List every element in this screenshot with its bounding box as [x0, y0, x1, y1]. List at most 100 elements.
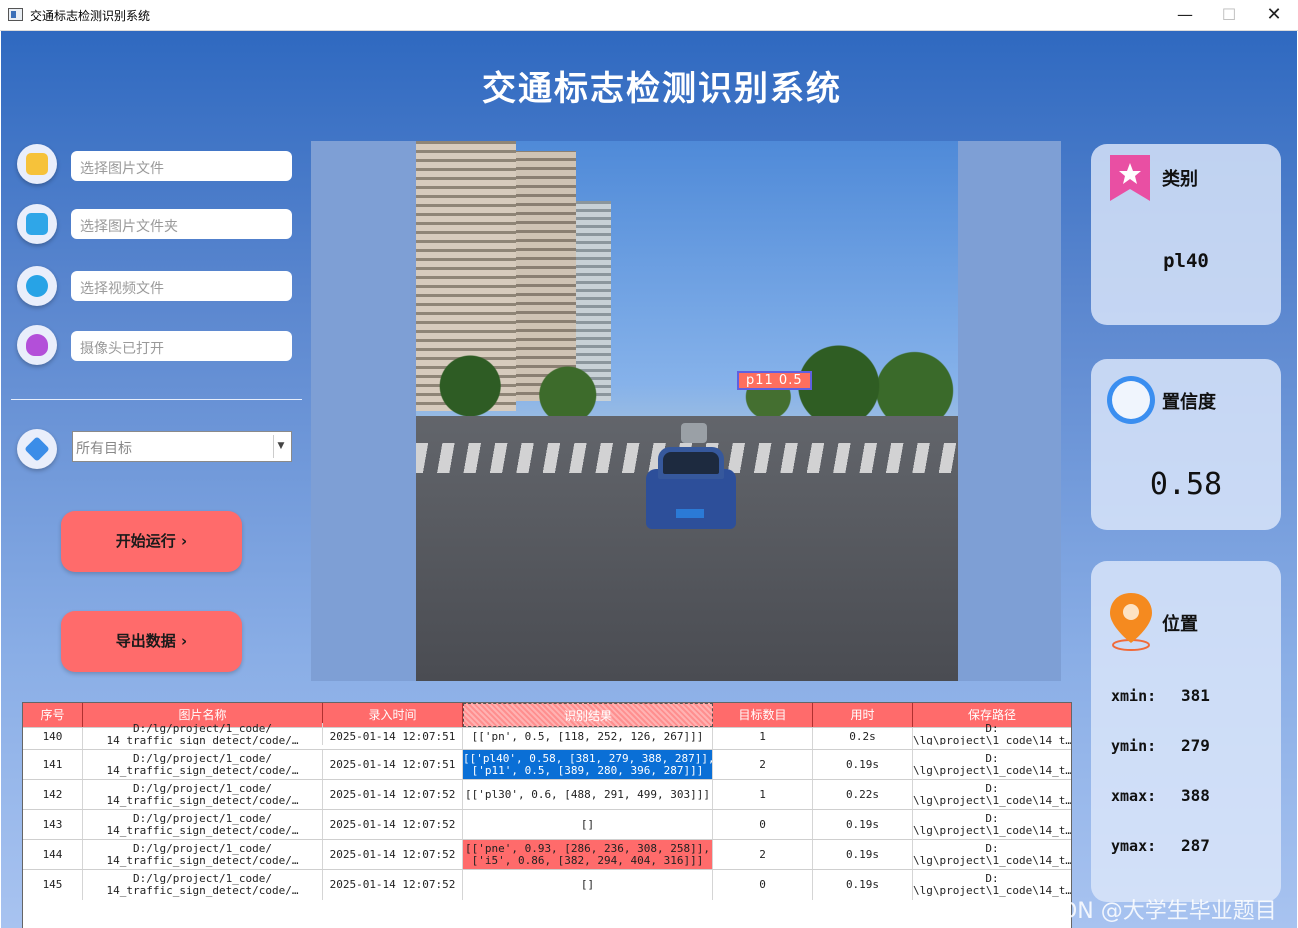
camera-icon[interactable] [17, 325, 57, 365]
column-header-result[interactable]: 识别结果 [463, 703, 713, 727]
results-table[interactable]: 序号 图片名称 录入时间 识别结果 目标数目 用时 保存路径 140 D:/lg… [22, 702, 1072, 928]
app-title: 交通标志检测识别系统 [482, 69, 842, 109]
ymin-label: ymin: [1111, 737, 1157, 755]
cell-name: D:/lg/project/1_code/14_traffic_sign_det… [83, 723, 323, 745]
cell-path: D: \lg\project\1_code\14_t… [913, 812, 1071, 837]
cell-path: D: \lg\project\1_code\14_t… [913, 842, 1071, 867]
start-button[interactable]: 开始运行 › [61, 511, 242, 572]
xmax-label: xmax: [1111, 787, 1157, 805]
car [646, 444, 736, 534]
cell-result: [] [463, 810, 713, 840]
left-divider [11, 399, 302, 400]
cell-cost: 0.19s [813, 870, 913, 900]
cell-cost: 0.19s [813, 810, 913, 840]
cell-id: 142 [23, 780, 83, 810]
ymax-value: 287 [1181, 836, 1210, 855]
target-filter-icon [17, 429, 57, 469]
cell-path: D: \lg\project\1_code\14_t… [913, 752, 1071, 777]
bookmark-star-icon [1110, 155, 1150, 201]
cell-cost: 0.19s [813, 840, 913, 870]
category-value: pl40 [1163, 250, 1209, 272]
cell-path: D: \lg\project\1_code\14_t… [913, 723, 1071, 745]
confidence-card: 置信度 0.58 [1091, 359, 1281, 530]
image-folder-icon[interactable] [17, 204, 57, 244]
table-row[interactable]: 142 D:/lg/project/1_code/14_traffic_sign… [23, 779, 1071, 810]
table-row[interactable]: 141 D:/lg/project/1_code/14_traffic_sign… [23, 749, 1071, 780]
xmax-value: 388 [1181, 786, 1210, 805]
close-button[interactable]: ✕ [1251, 0, 1297, 30]
image-file-icon[interactable] [17, 144, 57, 184]
cell-count: 1 [713, 780, 813, 810]
column-header-id[interactable]: 序号 [23, 703, 83, 727]
cell-name: D:/lg/project/1_code/14_traffic_sign_det… [83, 750, 323, 780]
position-title: 位置 [1162, 614, 1198, 635]
camera-field[interactable]: 摄像头已打开 [71, 331, 292, 361]
xmin-label: xmin: [1111, 687, 1157, 705]
table-row[interactable]: 140 D:/lg/project/1_code/14_traffic_sign… [23, 723, 1071, 750]
cell-name: D:/lg/project/1_code/14_traffic_sign_det… [83, 780, 323, 810]
location-pin-icon [1110, 593, 1152, 651]
cell-count: 1 [713, 728, 813, 750]
distant-car [681, 423, 707, 443]
xmax-row: xmax: 388 [1111, 786, 1210, 805]
cell-time: 2025-01-14 12:07:52 [323, 840, 463, 870]
video-file-icon[interactable] [17, 266, 57, 306]
app-window-icon [8, 8, 23, 21]
cell-time: 2025-01-14 12:07:51 [323, 728, 463, 750]
cell-id: 141 [23, 750, 83, 780]
maximize-button[interactable]: ☐ [1206, 0, 1252, 30]
export-button[interactable]: 导出数据 › [61, 611, 242, 672]
chevron-down-icon[interactable]: ▼ [273, 435, 288, 458]
cell-count: 2 [713, 750, 813, 780]
cell-result: [['pn', 0.5, [118, 252, 126, 267]]] [463, 728, 713, 750]
table-row[interactable]: 143 D:/lg/project/1_code/14_traffic_sign… [23, 809, 1071, 840]
cell-name: D:/lg/project/1_code/14_traffic_sign_det… [83, 810, 323, 840]
window-titlebar: 交通标志检测识别系统 — ☐ ✕ [0, 0, 1298, 31]
ymin-row: ymin: 279 [1111, 736, 1210, 755]
column-header-cost[interactable]: 用时 [813, 703, 913, 727]
table-row[interactable]: 144 D:/lg/project/1_code/14_traffic_sign… [23, 839, 1071, 870]
detection-image: p11 0.5 [416, 141, 958, 681]
column-header-time[interactable]: 录入时间 [323, 703, 463, 727]
cell-id: 144 [23, 840, 83, 870]
cell-cost: 0.2s [813, 728, 913, 750]
image-display: p11 0.5 [311, 141, 1061, 681]
xmin-value: 381 [1181, 686, 1210, 705]
cell-time: 2025-01-14 12:07:51 [323, 750, 463, 780]
category-card: 类别 pl40 [1091, 144, 1281, 325]
confidence-ring-icon [1107, 376, 1155, 424]
ymin-value: 279 [1181, 736, 1210, 755]
cell-result: [] [463, 870, 713, 900]
position-card: 位置 xmin: 381 ymin: 279 xmax: 388 ymax: 2… [1091, 561, 1281, 902]
watermark: CSDN @大学生毕业题目 [1031, 899, 1277, 924]
cell-path: D: \lg\project\1_code\14_t… [913, 782, 1071, 807]
minimize-button[interactable]: — [1162, 0, 1208, 30]
cell-result-selected[interactable]: [['pl40', 0.58, [381, 279, 388, 287]], ['… [463, 750, 713, 780]
category-title: 类别 [1162, 169, 1198, 190]
ymax-label: ymax: [1111, 837, 1157, 855]
cell-result: [['pl30', 0.6, [488, 291, 499, 303]]] [463, 780, 713, 810]
cell-id: 140 [23, 728, 83, 750]
cell-cost: 0.22s [813, 780, 913, 810]
xmin-row: xmin: 381 [1111, 686, 1210, 705]
confidence-title: 置信度 [1162, 392, 1216, 413]
cell-id: 143 [23, 810, 83, 840]
detection-label: p11 0.5 [746, 373, 803, 388]
cell-time: 2025-01-14 12:07:52 [323, 810, 463, 840]
video-file-field[interactable]: 选择视频文件 [71, 271, 292, 301]
cell-name: D:/lg/project/1_code/14_traffic_sign_det… [83, 840, 323, 870]
cell-result-highlighted: [['pne', 0.93, [286, 236, 308, 258]], ['i… [463, 840, 713, 870]
ymax-row: ymax: 287 [1111, 836, 1210, 855]
window-title: 交通标志检测识别系统 [30, 9, 151, 23]
image-file-field[interactable]: 选择图片文件 [71, 151, 292, 181]
column-header-count[interactable]: 目标数目 [713, 703, 813, 727]
cell-count: 0 [713, 870, 813, 900]
confidence-value: 0.58 [1149, 467, 1223, 502]
table-row[interactable]: 145 D:/lg/project/1_code/14_traffic_sign… [23, 869, 1071, 900]
cell-count: 2 [713, 840, 813, 870]
target-select[interactable]: 所有目标 ▼ [72, 431, 292, 462]
cell-time: 2025-01-14 12:07:52 [323, 870, 463, 900]
image-folder-field[interactable]: 选择图片文件夹 [71, 209, 292, 239]
cell-name: D:/lg/project/1_code/14_traffic_sign_det… [83, 870, 323, 900]
target-select-value: 所有目标 [76, 441, 132, 457]
